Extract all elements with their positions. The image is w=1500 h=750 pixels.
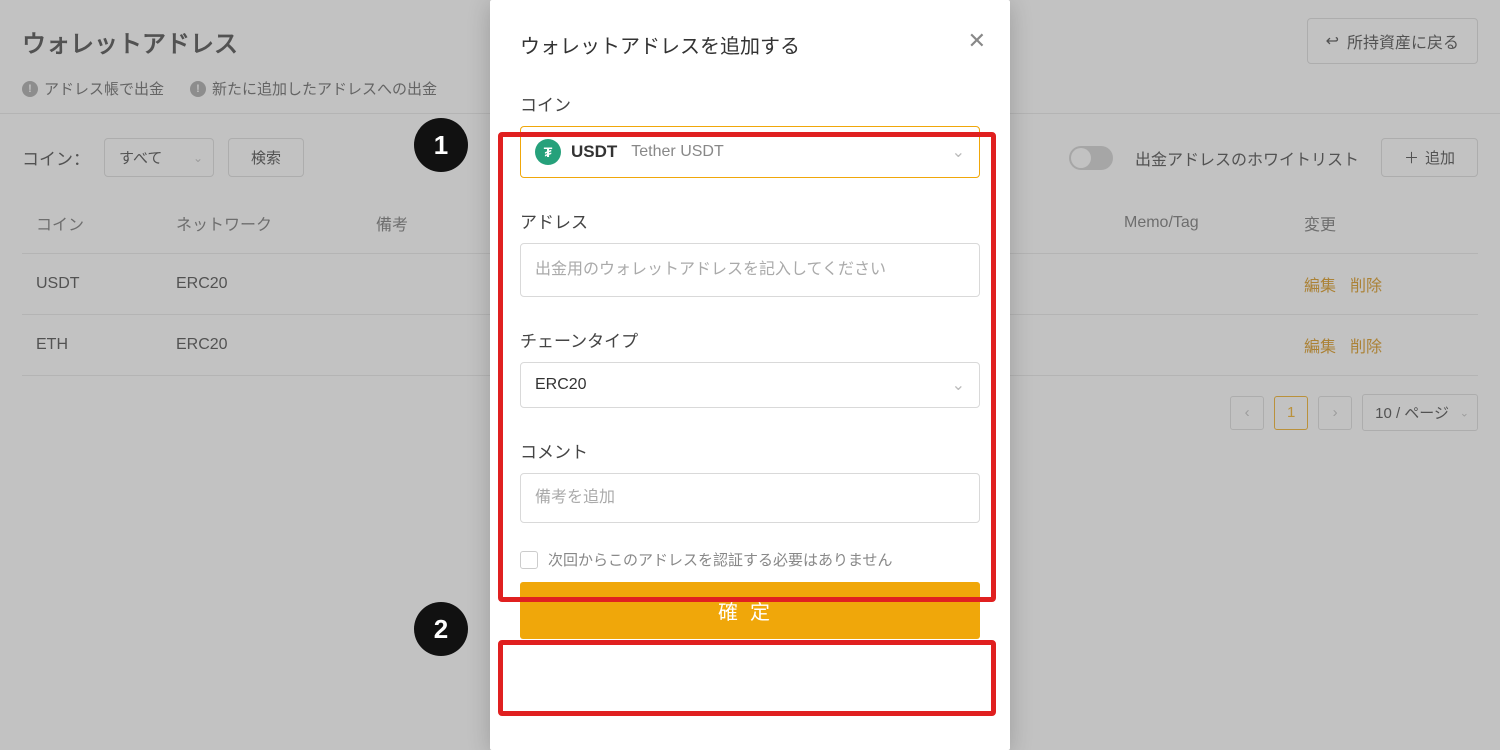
chevron-down-icon: ⌄ (952, 375, 965, 395)
coin-select[interactable]: ₮ USDT Tether USDT ⌄ (520, 126, 980, 178)
annotation-badge-1: 1 (414, 118, 468, 172)
chevron-down-icon: ⌄ (952, 142, 965, 162)
skip-verification-row[interactable]: 次回からこのアドレスを認証する必要はありません (508, 545, 992, 582)
chain-field-label: チェーンタイプ (520, 327, 980, 352)
checkbox[interactable] (520, 551, 538, 569)
annotation-badge-2: 2 (414, 602, 468, 656)
address-field-label: アドレス (520, 208, 980, 233)
modal-overlay[interactable]: ウォレットアドレスを追加する ✕ コイン ₮ USDT Tether USDT … (0, 0, 1500, 750)
confirm-button[interactable]: 確定 (520, 582, 980, 639)
comment-field-label: コメント (520, 438, 980, 463)
chain-value: ERC20 (535, 376, 587, 394)
comment-input[interactable]: 備考を追加 (520, 473, 980, 523)
coin-symbol: USDT (571, 142, 617, 162)
coin-field-label: コイン (520, 91, 980, 116)
close-icon[interactable]: ✕ (968, 28, 986, 54)
coin-name: Tether USDT (631, 143, 723, 161)
modal-title: ウォレットアドレスを追加する (520, 30, 980, 59)
address-input[interactable]: 出金用のウォレットアドレスを記入してください (520, 243, 980, 297)
add-address-modal: ウォレットアドレスを追加する ✕ コイン ₮ USDT Tether USDT … (490, 0, 1010, 750)
chain-select[interactable]: ERC20 ⌄ (520, 362, 980, 408)
checkbox-label: 次回からこのアドレスを認証する必要はありません (548, 549, 893, 570)
tether-icon: ₮ (535, 139, 561, 165)
